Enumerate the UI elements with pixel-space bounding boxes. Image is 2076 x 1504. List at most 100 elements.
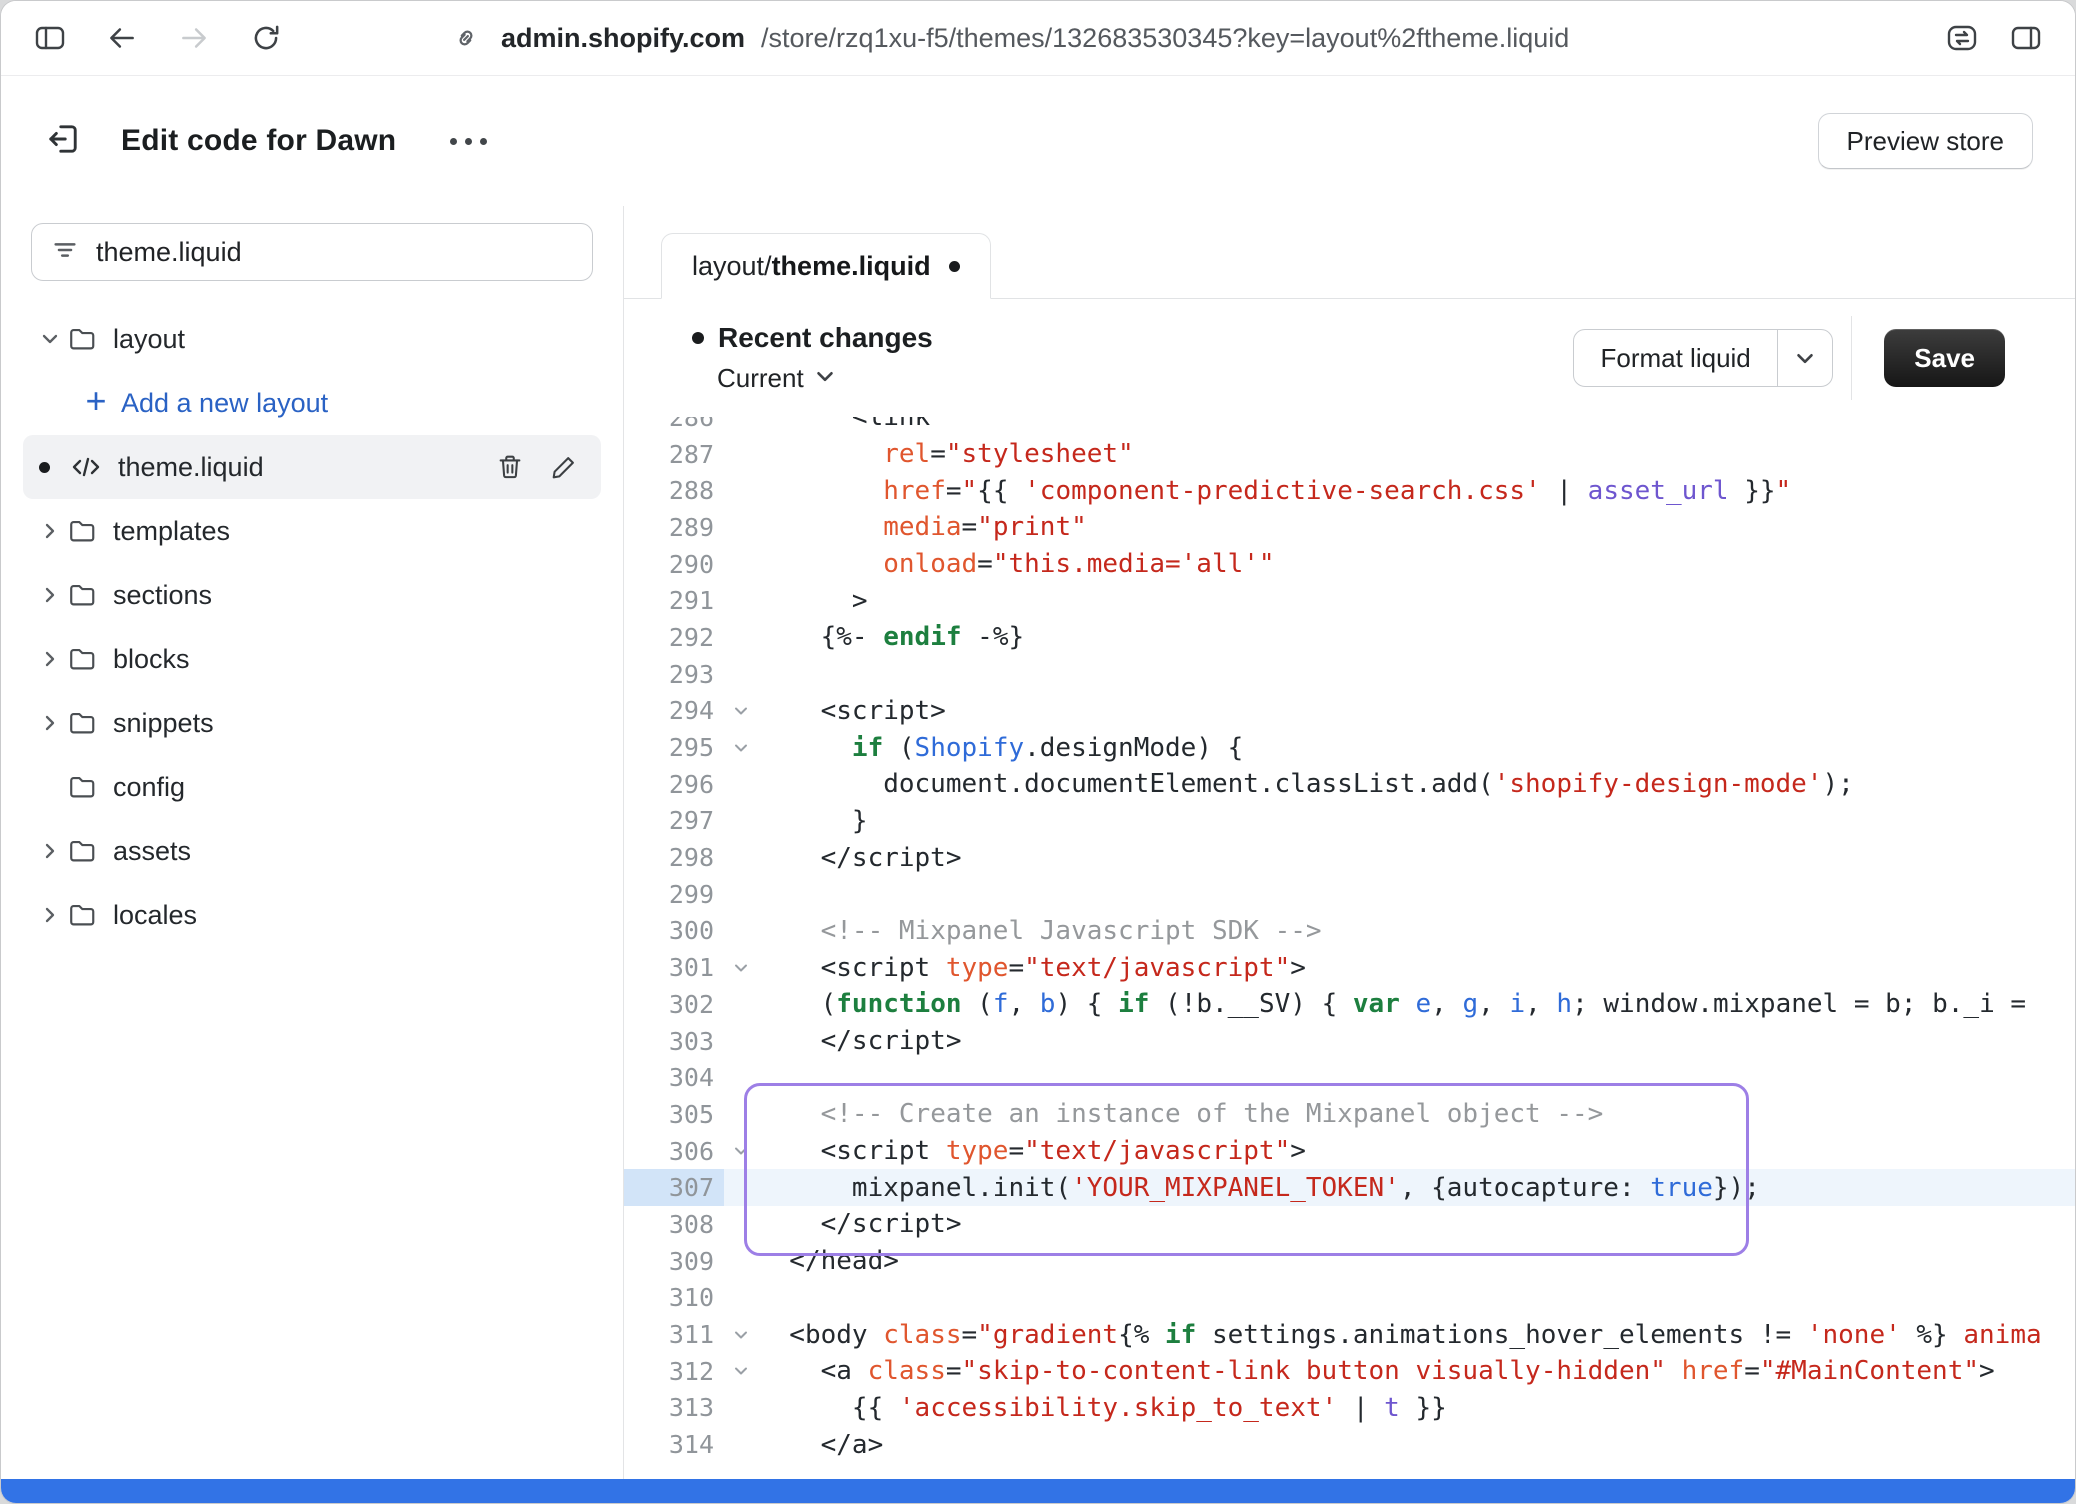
sidebar-item-assets[interactable]: assets: [23, 819, 601, 883]
code-line-299[interactable]: 299: [624, 876, 2075, 913]
line-number[interactable]: 293: [624, 656, 724, 693]
code-editor[interactable]: 286 <link287 rel="stylesheet"288 href="{…: [624, 417, 2075, 1479]
line-number[interactable]: 304: [624, 1059, 724, 1096]
chevron-down-icon[interactable]: [33, 327, 67, 351]
line-number[interactable]: 312: [624, 1353, 724, 1390]
sidebar-item-blocks[interactable]: blocks: [23, 627, 601, 691]
line-number[interactable]: 289: [624, 509, 724, 546]
format-liquid-button[interactable]: Format liquid: [1573, 329, 1833, 387]
fold-chevron-icon[interactable]: [724, 958, 758, 978]
line-number[interactable]: 299: [624, 876, 724, 913]
line-number[interactable]: 300: [624, 913, 724, 950]
chevron-right-icon[interactable]: [33, 647, 67, 671]
sidebar-item-theme-liquid[interactable]: theme.liquid: [23, 435, 601, 499]
code-line-300[interactable]: 300 <!-- Mixpanel Javascript SDK -->: [624, 913, 2075, 950]
code-line-294[interactable]: 294 <script>: [624, 693, 2075, 730]
save-button[interactable]: Save: [1884, 329, 2005, 387]
fold-chevron-icon[interactable]: [724, 1325, 758, 1345]
chevron-right-icon[interactable]: [33, 519, 67, 543]
line-number[interactable]: 306: [624, 1133, 724, 1170]
version-selector[interactable]: Current: [717, 363, 933, 394]
chevron-right-icon[interactable]: [33, 583, 67, 607]
code-line-303[interactable]: 303 </script>: [624, 1023, 2075, 1060]
code-line-292[interactable]: 292 {%- endif -%}: [624, 619, 2075, 656]
sidebar-item-layout[interactable]: layout: [23, 307, 601, 371]
code-line-297[interactable]: 297 }: [624, 803, 2075, 840]
line-number[interactable]: 313: [624, 1390, 724, 1427]
sidebar-item-snippets[interactable]: snippets: [23, 691, 601, 755]
address-bar[interactable]: admin.shopify.com/store/rzq1xu-f5/themes…: [447, 19, 1569, 57]
code-line-308[interactable]: 308 </script>: [624, 1206, 2075, 1243]
sidebar-item-templates[interactable]: templates: [23, 499, 601, 563]
code-line-314[interactable]: 314 </a>: [624, 1426, 2075, 1463]
code-line-291[interactable]: 291 >: [624, 582, 2075, 619]
code-line-307[interactable]: 307 mixpanel.init('YOUR_MIXPANEL_TOKEN',…: [624, 1169, 2075, 1206]
line-number[interactable]: 292: [624, 619, 724, 656]
line-number[interactable]: 309: [624, 1243, 724, 1280]
line-number[interactable]: 290: [624, 546, 724, 583]
code-line-298[interactable]: 298 </script>: [624, 839, 2075, 876]
code-line-306[interactable]: 306 <script type="text/javascript">: [624, 1133, 2075, 1170]
fold-chevron-icon[interactable]: [724, 738, 758, 758]
line-number[interactable]: 311: [624, 1316, 724, 1353]
sidebar-toggle-icon[interactable]: [31, 19, 69, 57]
back-icon[interactable]: [103, 19, 141, 57]
preview-store-button[interactable]: Preview store: [1818, 113, 2034, 169]
pencil-icon[interactable]: [549, 452, 579, 482]
fold-chevron-icon[interactable]: [724, 1361, 758, 1381]
line-number[interactable]: 287: [624, 436, 724, 473]
sidebar-item-locales[interactable]: locales: [23, 883, 601, 947]
line-number[interactable]: 307: [624, 1169, 724, 1206]
line-number[interactable]: 297: [624, 803, 724, 840]
code-line-295[interactable]: 295 if (Shopify.designMode) {: [624, 729, 2075, 766]
code-line-302[interactable]: 302 (function (f, b) { if (!b.__SV) { va…: [624, 986, 2075, 1023]
forward-icon[interactable]: [175, 19, 213, 57]
code-line-288[interactable]: 288 href="{{ 'component-predictive-searc…: [624, 472, 2075, 509]
code-line-296[interactable]: 296 document.documentElement.classList.a…: [624, 766, 2075, 803]
fold-chevron-icon[interactable]: [724, 701, 758, 721]
code-line-305[interactable]: 305 <!-- Create an instance of the Mixpa…: [624, 1096, 2075, 1133]
code-line-286[interactable]: 286 <link: [624, 417, 2075, 436]
code-line-310[interactable]: 310: [624, 1280, 2075, 1317]
line-number[interactable]: 294: [624, 693, 724, 730]
line-number[interactable]: 301: [624, 949, 724, 986]
line-number[interactable]: 310: [624, 1280, 724, 1317]
chevron-right-icon[interactable]: [33, 839, 67, 863]
chevron-right-icon[interactable]: [33, 903, 67, 927]
line-number[interactable]: 286: [624, 417, 724, 436]
exit-editor-icon[interactable]: [43, 119, 83, 164]
code-line-293[interactable]: 293: [624, 656, 2075, 693]
fold-chevron-icon[interactable]: [724, 1141, 758, 1161]
line-number[interactable]: 303: [624, 1023, 724, 1060]
code-line-287[interactable]: 287 rel="stylesheet": [624, 436, 2075, 473]
sidebar-item-sections[interactable]: sections: [23, 563, 601, 627]
tab-theme-liquid[interactable]: layout/theme.liquid: [661, 233, 991, 299]
chevron-right-icon[interactable]: [33, 711, 67, 735]
line-number[interactable]: 314: [624, 1426, 724, 1463]
code-line-290[interactable]: 290 onload="this.media='all'": [624, 546, 2075, 583]
panel-right-icon[interactable]: [2007, 19, 2045, 57]
line-number[interactable]: 302: [624, 986, 724, 1023]
add-new-layout-button[interactable]: +Add a new layout: [23, 371, 601, 435]
line-number[interactable]: 308: [624, 1206, 724, 1243]
line-number[interactable]: 288: [624, 472, 724, 509]
code-line-309[interactable]: 309 </head>: [624, 1243, 2075, 1280]
line-number[interactable]: 295: [624, 729, 724, 766]
sidebar-item-config[interactable]: config: [23, 755, 601, 819]
line-number[interactable]: 298: [624, 839, 724, 876]
code-line-311[interactable]: 311 <body class="gradient{% if settings.…: [624, 1316, 2075, 1353]
reload-icon[interactable]: [247, 19, 285, 57]
more-actions-button[interactable]: [450, 138, 487, 145]
trash-icon[interactable]: [495, 452, 525, 482]
line-number[interactable]: 305: [624, 1096, 724, 1133]
line-number[interactable]: 291: [624, 582, 724, 619]
code-line-304[interactable]: 304: [624, 1059, 2075, 1096]
search-input[interactable]: [96, 237, 574, 268]
code-line-313[interactable]: 313 {{ 'accessibility.skip_to_text' | t …: [624, 1390, 2075, 1427]
line-number[interactable]: 296: [624, 766, 724, 803]
chevron-down-icon[interactable]: [1778, 345, 1832, 371]
code-line-301[interactable]: 301 <script type="text/javascript">: [624, 949, 2075, 986]
code-line-289[interactable]: 289 media="print": [624, 509, 2075, 546]
boost-icon[interactable]: [1943, 19, 1981, 57]
code-line-312[interactable]: 312 <a class="skip-to-content-link butto…: [624, 1353, 2075, 1390]
